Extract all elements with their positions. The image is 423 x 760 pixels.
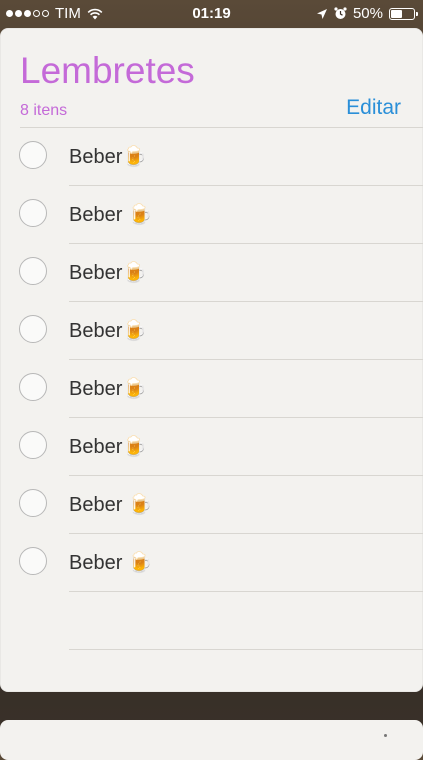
status-right: 50% xyxy=(316,5,418,22)
reminder-label[interactable]: Beber 🍺 xyxy=(69,202,153,227)
battery-percent: 50% xyxy=(352,5,383,22)
complete-checkbox[interactable] xyxy=(19,141,47,169)
reminder-row[interactable]: Beber🍺 xyxy=(0,244,423,302)
new-reminder-row[interactable] xyxy=(0,592,423,650)
reminders-list: Beber🍺 Beber 🍺 Beber🍺 Beber🍺 Beber🍺 Bebe… xyxy=(0,128,423,650)
reminder-row[interactable]: Beber🍺 xyxy=(0,128,423,186)
item-count: 8 itens xyxy=(20,102,68,119)
complete-checkbox[interactable] xyxy=(19,547,47,575)
reminder-label[interactable]: Beber🍺 xyxy=(69,434,147,459)
reminder-row[interactable]: Beber 🍺 xyxy=(0,476,423,534)
complete-checkbox[interactable] xyxy=(19,257,47,285)
reminder-row[interactable]: Beber 🍺 xyxy=(0,186,423,244)
reminder-label[interactable]: Beber🍺 xyxy=(69,376,147,401)
alarm-icon xyxy=(334,7,347,19)
status-bar: TIM 01:19 50% xyxy=(0,0,423,28)
reminder-row[interactable]: Beber🍺 xyxy=(0,302,423,360)
reminders-list-card: Lembretes 8 itens Editar Beber🍺 Beber 🍺 … xyxy=(0,28,423,692)
next-list-card[interactable] xyxy=(0,720,423,760)
list-title: Lembretes xyxy=(20,50,195,91)
divider xyxy=(69,649,423,650)
reminder-row[interactable]: Beber 🍺 xyxy=(0,534,423,592)
reminder-label[interactable]: Beber 🍺 xyxy=(69,550,153,575)
reminder-label[interactable]: Beber🍺 xyxy=(69,318,147,343)
battery-fill xyxy=(391,9,402,18)
location-arrow-icon xyxy=(316,8,327,19)
reminder-row[interactable]: Beber🍺 xyxy=(0,360,423,418)
complete-checkbox[interactable] xyxy=(19,199,47,227)
reminder-label[interactable]: Beber🍺 xyxy=(69,260,147,285)
reminder-label[interactable]: Beber 🍺 xyxy=(69,492,153,517)
reminder-label[interactable]: Beber🍺 xyxy=(69,144,147,169)
card-mark xyxy=(384,734,387,737)
reminder-row[interactable]: Beber🍺 xyxy=(0,418,423,476)
complete-checkbox[interactable] xyxy=(19,315,47,343)
complete-checkbox[interactable] xyxy=(19,373,47,401)
battery-icon xyxy=(389,7,418,20)
complete-checkbox[interactable] xyxy=(19,489,47,517)
complete-checkbox[interactable] xyxy=(19,431,47,459)
edit-button[interactable]: Editar xyxy=(346,96,401,120)
